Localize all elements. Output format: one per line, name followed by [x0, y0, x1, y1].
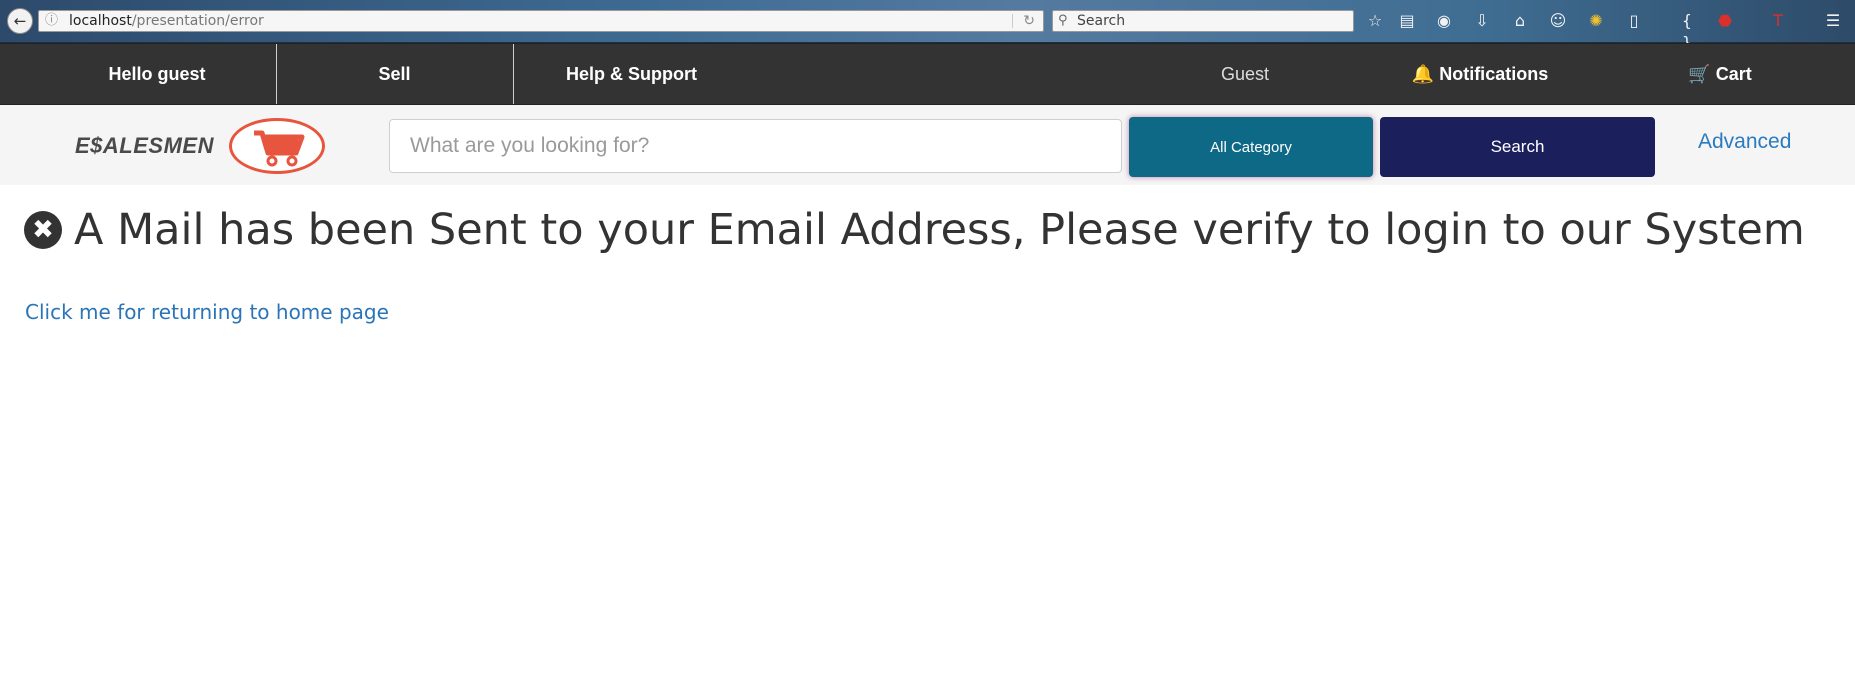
- url-path: /presentation/error: [131, 13, 264, 29]
- browser-search-placeholder: Search: [1077, 13, 1126, 29]
- browser-toolbar: ← ⓘ localhost/presentation/error ↻ ⚲ Sea…: [0, 0, 1855, 52]
- logo-cart-icon[interactable]: [229, 118, 325, 174]
- pocket-icon[interactable]: ◉: [1433, 10, 1455, 32]
- top-navigation: Hello guest Sell Help & Support Guest 🔔 …: [0, 43, 1855, 105]
- bell-icon: 🔔: [1411, 64, 1435, 84]
- message-text: A Mail has been Sent to your Email Addre…: [74, 205, 1805, 255]
- status-message: ✖ A Mail has been Sent to your Email Add…: [24, 205, 1805, 255]
- nav-hello-guest[interactable]: Hello guest: [40, 44, 274, 104]
- category-dropdown-button[interactable]: All Category: [1129, 117, 1373, 177]
- nav-help-support[interactable]: Help & Support: [514, 44, 749, 104]
- address-bar[interactable]: ⓘ localhost/presentation/error ↻: [38, 10, 1044, 32]
- search-icon: ⚲: [1058, 13, 1068, 28]
- cart-logo-svg: [254, 130, 305, 167]
- reading-list-icon[interactable]: ▤: [1396, 10, 1418, 32]
- url-divider: [1012, 14, 1013, 28]
- bookmark-star-icon[interactable]: ☆: [1364, 10, 1386, 32]
- brand-logo-text[interactable]: E$ALESMEN: [75, 133, 214, 159]
- back-arrow-icon[interactable]: ←: [7, 8, 33, 34]
- search-band: E$ALESMEN All Category Search Advanced: [0, 105, 1855, 185]
- cart-label: Cart: [1715, 64, 1752, 84]
- nav-guest[interactable]: Guest: [1180, 44, 1310, 104]
- nav-notifications[interactable]: 🔔 Notifications: [1410, 44, 1550, 104]
- adblock-icon[interactable]: ⬣: [1714, 10, 1736, 32]
- error-circle-icon: ✖: [24, 211, 62, 249]
- home-icon[interactable]: ⌂: [1509, 10, 1531, 32]
- notifications-label: Notifications: [1439, 64, 1549, 84]
- smiley-icon[interactable]: ☺: [1547, 10, 1569, 32]
- return-home-link[interactable]: Click me for returning to home page: [25, 300, 389, 324]
- browser-search-field[interactable]: ⚲ Search: [1052, 10, 1354, 32]
- search-button[interactable]: Search: [1380, 117, 1655, 177]
- t-extension-icon[interactable]: T: [1767, 10, 1789, 32]
- info-icon[interactable]: ⓘ: [45, 11, 58, 31]
- json-icon[interactable]: { }: [1676, 10, 1698, 52]
- nav-sell[interactable]: Sell: [277, 44, 512, 104]
- download-icon[interactable]: ⇩: [1471, 10, 1493, 32]
- menu-icon[interactable]: ☰: [1822, 10, 1844, 32]
- clipboard-icon[interactable]: ▯: [1623, 10, 1645, 32]
- extension-icon[interactable]: ✺: [1585, 10, 1607, 32]
- reload-icon[interactable]: ↻: [1023, 11, 1035, 31]
- advanced-search-link[interactable]: Advanced: [1698, 130, 1791, 154]
- url-host: localhost: [69, 13, 132, 29]
- cart-icon: 🛒: [1688, 64, 1711, 84]
- product-search-input[interactable]: [389, 119, 1122, 173]
- nav-cart[interactable]: 🛒 Cart: [1680, 44, 1760, 104]
- url-text: localhost/presentation/error: [69, 11, 264, 31]
